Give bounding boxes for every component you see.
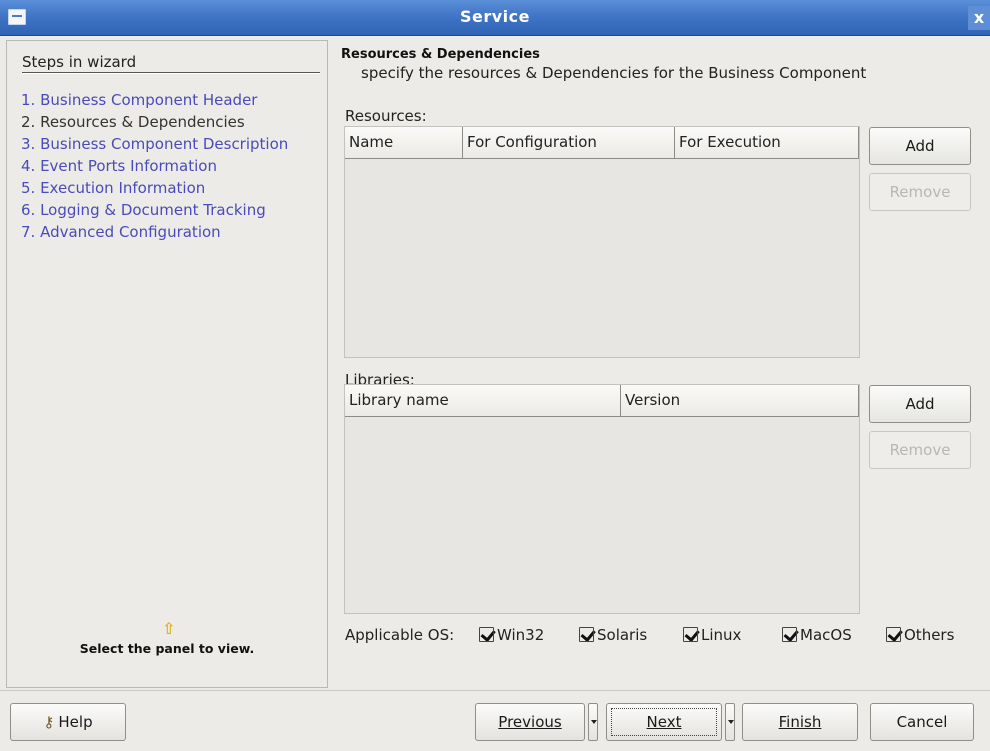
steps-panel: Steps in wizard 1. Business Component He… xyxy=(6,40,328,688)
close-icon[interactable]: x xyxy=(968,6,990,30)
help-key-icon: ⚷ xyxy=(43,713,55,731)
focus-ring xyxy=(611,708,717,736)
cancel-button[interactable]: Cancel xyxy=(870,703,974,741)
resources-table-header: Name For Configuration For Execution xyxy=(345,127,859,159)
os-checkbox-others[interactable]: Others xyxy=(886,626,954,644)
content-panel: Resources & Dependencies specify the res… xyxy=(331,40,990,728)
finish-button[interactable]: Finish xyxy=(742,703,858,741)
page-subtitle: specify the resources & Dependencies for… xyxy=(361,64,867,82)
previous-dropdown-icon[interactable] xyxy=(588,703,598,741)
checkbox-checked-icon xyxy=(579,627,594,642)
help-label: Help xyxy=(58,713,93,731)
steps-list: 1. Business Component Header 2. Resource… xyxy=(21,89,288,243)
libraries-remove-button[interactable]: Remove xyxy=(869,431,971,469)
column-header-name[interactable]: Name xyxy=(345,127,463,159)
step-execution-information[interactable]: 5. Execution Information xyxy=(21,177,288,199)
libraries-table-header: Library name Version xyxy=(345,385,859,417)
arrow-up-icon: ⇧ xyxy=(162,619,176,638)
help-button[interactable]: ⚷ Help xyxy=(10,703,126,741)
finish-label: Finish xyxy=(778,713,822,731)
os-checkbox-macos[interactable]: MacOS xyxy=(782,626,852,644)
applicable-os-label: Applicable OS: xyxy=(345,626,455,644)
os-label-macos: MacOS xyxy=(800,626,852,644)
checkbox-checked-icon xyxy=(479,627,494,642)
step-resources-dependencies[interactable]: 2. Resources & Dependencies xyxy=(21,111,288,133)
checkbox-checked-icon xyxy=(782,627,797,642)
os-checkbox-win32[interactable]: Win32 xyxy=(479,626,544,644)
page-title: Resources & Dependencies xyxy=(341,47,540,62)
button-bar: ⚷ Help Previous Next Finish Cancel xyxy=(0,690,990,751)
os-label-others: Others xyxy=(904,626,955,644)
step-business-component-description[interactable]: 3. Business Component Description xyxy=(21,133,288,155)
previous-label: Previous xyxy=(498,713,562,731)
os-label-linux: Linux xyxy=(701,626,742,644)
os-checkbox-linux[interactable]: Linux xyxy=(683,626,741,644)
libraries-table[interactable]: Library name Version xyxy=(344,384,860,614)
window-title: Service xyxy=(459,7,530,26)
resources-table[interactable]: Name For Configuration For Execution xyxy=(344,126,860,358)
resources-add-button[interactable]: Add xyxy=(869,127,971,165)
step-advanced-configuration[interactable]: 7. Advanced Configuration xyxy=(21,221,288,243)
os-label-win32: Win32 xyxy=(497,626,545,644)
checkbox-checked-icon xyxy=(886,627,901,642)
checkbox-checked-icon xyxy=(683,627,698,642)
os-label-solaris: Solaris xyxy=(597,626,648,644)
column-header-for-execution[interactable]: For Execution xyxy=(675,127,859,159)
step-logging-document-tracking[interactable]: 6. Logging & Document Tracking xyxy=(21,199,288,221)
steps-heading: Steps in wizard xyxy=(22,53,137,71)
title-bar[interactable]: Service x xyxy=(0,0,990,36)
column-header-for-configuration[interactable]: For Configuration xyxy=(463,127,675,159)
hint-text: Select the panel to view. xyxy=(79,641,255,656)
resources-label: Resources: xyxy=(345,107,427,125)
os-checkbox-solaris[interactable]: Solaris xyxy=(579,626,647,644)
libraries-add-button[interactable]: Add xyxy=(869,385,971,423)
step-event-ports-information[interactable]: 4. Event Ports Information xyxy=(21,155,288,177)
column-header-library-name[interactable]: Library name xyxy=(345,385,621,417)
next-dropdown-icon[interactable] xyxy=(725,703,735,741)
next-button[interactable]: Next xyxy=(606,703,722,741)
column-header-version[interactable]: Version xyxy=(621,385,859,417)
resources-remove-button[interactable]: Remove xyxy=(869,173,971,211)
previous-button[interactable]: Previous xyxy=(475,703,585,741)
steps-divider xyxy=(22,72,320,74)
step-business-component-header[interactable]: 1. Business Component Header xyxy=(21,89,288,111)
